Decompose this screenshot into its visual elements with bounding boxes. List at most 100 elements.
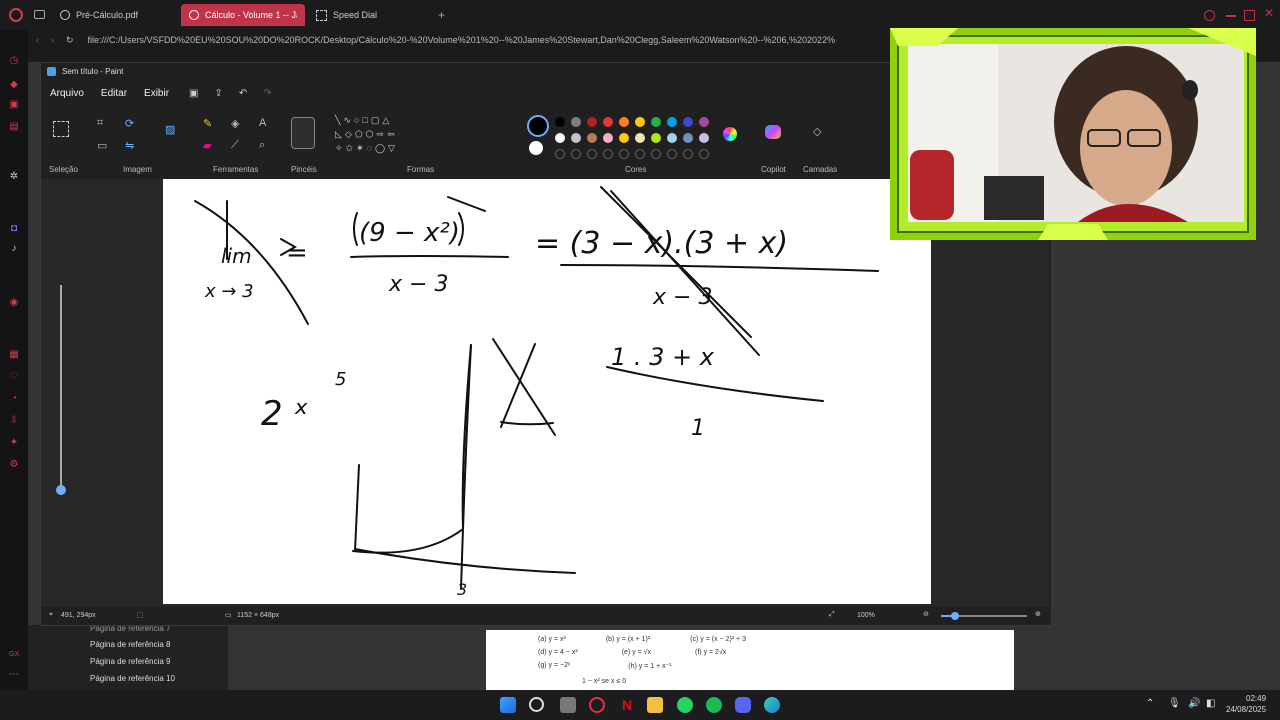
apps-icon[interactable]: ▦ bbox=[9, 350, 19, 360]
bookmarks-icon[interactable]: ◆ bbox=[9, 80, 19, 90]
empty-swatch[interactable] bbox=[555, 149, 565, 159]
color-swatch[interactable] bbox=[603, 117, 613, 127]
copilot-icon[interactable] bbox=[765, 125, 781, 139]
discord-icon[interactable] bbox=[735, 697, 751, 713]
empty-swatch[interactable] bbox=[571, 149, 581, 159]
player-icon[interactable]: ◉ bbox=[9, 298, 19, 308]
netflix-icon[interactable]: N bbox=[619, 697, 635, 713]
color-swatch[interactable] bbox=[635, 133, 645, 143]
image-select-icon[interactable]: ▨ bbox=[165, 123, 175, 136]
search-icon[interactable] bbox=[529, 697, 544, 712]
tab-speed-dial[interactable]: Speed Dial bbox=[308, 4, 428, 26]
save-icon[interactable]: ▣ bbox=[189, 88, 198, 99]
color-swatch[interactable] bbox=[683, 117, 693, 127]
color-swatch[interactable] bbox=[587, 117, 597, 127]
zoom-out-icon[interactable]: ⊖ bbox=[923, 610, 929, 618]
new-tab-button[interactable]: + bbox=[438, 8, 445, 22]
empty-swatch[interactable] bbox=[603, 149, 613, 159]
tab-pre-calculo[interactable]: Pré-Cálculo.pdf bbox=[52, 4, 178, 26]
mail-icon[interactable]: ▤ bbox=[9, 122, 19, 132]
gx-icon[interactable]: GX bbox=[9, 650, 19, 660]
spotify-icon[interactable] bbox=[706, 697, 722, 713]
whatsapp-icon[interactable] bbox=[677, 697, 693, 713]
clock-icon[interactable]: ◔ bbox=[9, 394, 19, 404]
color-swatch[interactable] bbox=[683, 133, 693, 143]
reload-icon[interactable]: ↻ bbox=[66, 35, 74, 46]
file-explorer-icon[interactable] bbox=[647, 697, 663, 713]
start-icon[interactable] bbox=[500, 697, 516, 713]
share-icon[interactable]: ⇪ bbox=[215, 88, 223, 99]
search-icon[interactable] bbox=[1204, 10, 1215, 21]
brush-icon[interactable] bbox=[291, 117, 315, 149]
settings-icon[interactable]: ✲ bbox=[9, 172, 19, 182]
empty-swatch[interactable] bbox=[635, 149, 645, 159]
picker-icon[interactable]: ⟋ bbox=[231, 139, 239, 152]
color-swatch[interactable] bbox=[571, 133, 581, 143]
opera-logo-icon[interactable] bbox=[9, 8, 23, 22]
fit-icon[interactable]: ⤢ bbox=[829, 611, 835, 619]
redo-icon[interactable]: ↷ bbox=[263, 88, 271, 99]
clock-time[interactable]: 02:49 bbox=[1246, 694, 1266, 703]
color-swatch[interactable] bbox=[619, 133, 629, 143]
minimize-icon[interactable] bbox=[1226, 15, 1236, 17]
address-input[interactable]: file:///C:/Users/VSFDD%20EU%20SOU%20DO%2… bbox=[88, 35, 888, 45]
text-icon[interactable]: A bbox=[259, 117, 266, 129]
color-swatch[interactable] bbox=[635, 117, 645, 127]
messenger-icon[interactable]: ▣ bbox=[9, 100, 19, 110]
crop-icon[interactable]: ⌗ bbox=[97, 117, 103, 130]
menu-arquivo[interactable]: Arquivo bbox=[50, 88, 84, 99]
empty-swatch[interactable] bbox=[699, 149, 709, 159]
color-swatch[interactable] bbox=[587, 133, 597, 143]
volume-icon[interactable]: 🔊 bbox=[1188, 698, 1200, 709]
more-icon[interactable]: ⋯ bbox=[9, 670, 19, 680]
zoom-slider[interactable] bbox=[941, 612, 1027, 620]
color-swatch[interactable] bbox=[667, 117, 677, 127]
rotate-icon[interactable]: ⟳ bbox=[125, 117, 134, 130]
empty-swatch[interactable] bbox=[667, 149, 677, 159]
tray-chevron-icon[interactable]: ⌃ bbox=[1146, 698, 1154, 709]
color-swatch[interactable] bbox=[667, 133, 677, 143]
resize-icon[interactable]: ▭ bbox=[97, 139, 107, 152]
color-swatch[interactable] bbox=[603, 133, 613, 143]
eraser-icon[interactable]: ▰ bbox=[203, 139, 211, 152]
pdf-ref-item[interactable]: Página de referência 10 bbox=[90, 674, 175, 683]
zoom-level[interactable]: 100% bbox=[857, 612, 875, 619]
layers-icon[interactable]: ◇ bbox=[813, 125, 821, 138]
empty-swatch[interactable] bbox=[683, 149, 693, 159]
pdf-ref-item[interactable]: Página de referência 9 bbox=[90, 657, 171, 666]
menu-editar[interactable]: Editar bbox=[101, 88, 127, 99]
brush-size-slider[interactable] bbox=[55, 275, 67, 605]
tab-calculo-volume[interactable]: Cálculo - Volume 1 -- Jam bbox=[181, 4, 305, 26]
edit-colors-icon[interactable] bbox=[723, 127, 737, 141]
maximize-icon[interactable] bbox=[1244, 10, 1255, 21]
extensions-icon[interactable]: ✦ bbox=[9, 438, 19, 448]
magnifier-icon[interactable]: ⌕ bbox=[259, 139, 265, 152]
color-swatch[interactable] bbox=[571, 117, 581, 127]
twitch-icon[interactable]: ◘ bbox=[9, 224, 19, 234]
edge-icon[interactable] bbox=[764, 697, 780, 713]
empty-swatch[interactable] bbox=[651, 149, 661, 159]
pdf-ref-item[interactable]: Página de referência 8 bbox=[90, 640, 171, 649]
color-swatch[interactable] bbox=[555, 117, 565, 127]
opera-gx-taskbar-icon[interactable] bbox=[589, 697, 605, 713]
mic-icon[interactable]: 🎙 bbox=[1168, 698, 1181, 709]
tiktok-icon[interactable]: ♪ bbox=[9, 244, 19, 254]
forward-icon[interactable]: › bbox=[51, 35, 54, 45]
empty-swatch[interactable] bbox=[587, 149, 597, 159]
drawing-canvas[interactable]: lim x → 3 (9 − x²) x − 3 = (3 − x).(3 + … bbox=[163, 179, 931, 604]
history-icon[interactable]: ◷ bbox=[9, 56, 19, 66]
selection-icon[interactable] bbox=[53, 121, 69, 137]
zoom-in-icon[interactable]: ⊕ bbox=[1035, 610, 1041, 618]
back-icon[interactable]: ‹ bbox=[36, 35, 39, 45]
heart-icon[interactable]: ♡ bbox=[9, 372, 19, 382]
download-icon[interactable]: ⇩ bbox=[9, 416, 19, 426]
close-icon[interactable]: ✕ bbox=[1264, 6, 1274, 20]
pencil-icon[interactable]: ✎ bbox=[203, 117, 212, 130]
color-swatch[interactable] bbox=[651, 117, 661, 127]
empty-swatch[interactable] bbox=[619, 149, 629, 159]
shapes-gallery[interactable]: ╲∿○□▢△ ◺◇⬠⬡⇨⇦ ✧✩✶◌◯▽ bbox=[335, 113, 435, 155]
tray-icon[interactable]: ◧ bbox=[1206, 698, 1215, 709]
color-swatch[interactable] bbox=[699, 117, 709, 127]
undo-icon[interactable]: ↶ bbox=[239, 88, 247, 99]
color-swatch[interactable] bbox=[619, 117, 629, 127]
